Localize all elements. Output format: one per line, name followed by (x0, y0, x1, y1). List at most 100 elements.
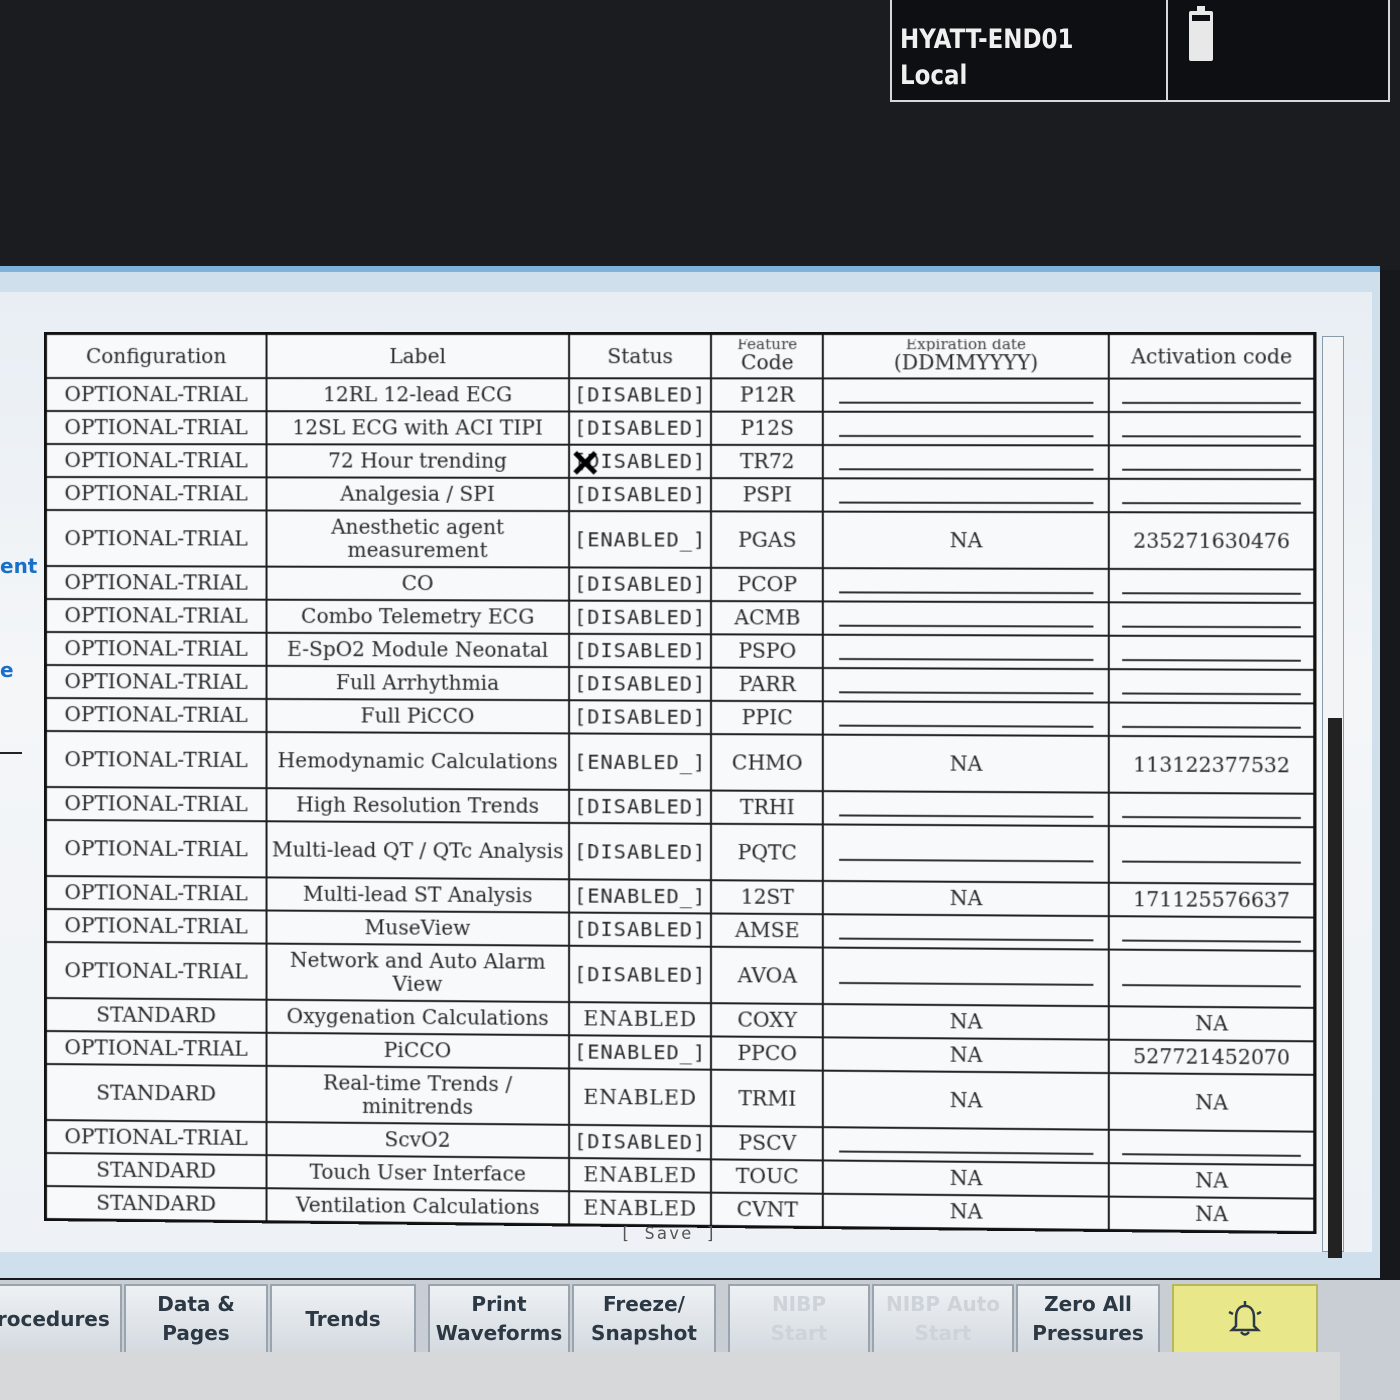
cell-expiration-date[interactable]: NA (823, 734, 1110, 793)
cell-label: 72 Hour trending (266, 444, 570, 478)
cell-expiration-date[interactable] (823, 568, 1110, 603)
expiration-date-input[interactable] (839, 844, 1094, 863)
table-row[interactable]: OPTIONAL-TRIAL CO [DISABLED] PCOP (45, 566, 1315, 603)
cell-activation-code[interactable]: 527721452070 (1109, 1039, 1315, 1075)
cell-expiration-date[interactable] (823, 1127, 1110, 1164)
save-button[interactable]: [ Save ] (620, 1224, 718, 1244)
cell-activation-code[interactable] (1109, 669, 1315, 704)
expiration-date-input[interactable] (839, 420, 1094, 437)
freeze-snapshot-button[interactable]: Freeze/ Snapshot (572, 1284, 716, 1354)
table-row[interactable]: OPTIONAL-TRIAL Network and Auto Alarm Vie… (45, 942, 1315, 1008)
activation-code-input[interactable] (1122, 677, 1302, 695)
table-row[interactable]: OPTIONAL-TRIAL 72 Hour trending [DISABLED]… (45, 444, 1315, 480)
activation-code-input[interactable] (1122, 487, 1302, 504)
scrollbar-thumb[interactable] (1328, 718, 1342, 1258)
print-waveforms-button[interactable]: Print Waveforms (428, 1284, 570, 1354)
cell-activation-code[interactable]: 235271630476 (1109, 512, 1315, 570)
cell-expiration-date[interactable] (823, 378, 1110, 412)
cell-activation-code[interactable] (1109, 445, 1315, 480)
cell-expiration-date[interactable]: NA (823, 1160, 1110, 1197)
cell-expiration-date[interactable]: NA (823, 1004, 1110, 1040)
activation-code-input[interactable] (1122, 924, 1302, 943)
cell-activation-code[interactable] (1109, 1129, 1315, 1166)
table-row[interactable]: OPTIONAL-TRIAL 12RL 12-lead ECG [DISABLED]… (45, 378, 1315, 413)
nibp-auto-start-button[interactable]: NIBP Auto Start (872, 1284, 1014, 1354)
expiration-date-input[interactable] (839, 453, 1094, 471)
cell-expiration-date[interactable] (823, 634, 1110, 670)
procedures-button[interactable]: Procedures (0, 1284, 122, 1354)
expiration-date-input[interactable] (839, 799, 1094, 818)
cell-activation-code[interactable] (1109, 378, 1315, 413)
left-menu-partial-2[interactable]: e (0, 658, 14, 682)
cell-activation-code[interactable]: 171125576637 (1109, 882, 1315, 918)
cell-status: [DISABLED] (569, 567, 712, 602)
cell-activation-code[interactable] (1109, 702, 1315, 737)
expiration-date-input[interactable] (839, 387, 1094, 404)
expiration-date-input[interactable] (839, 486, 1094, 504)
activation-code-input[interactable] (1122, 420, 1302, 438)
left-menu-partial-1[interactable]: ent (0, 554, 37, 578)
expiration-date-input[interactable] (839, 709, 1094, 728)
cell-activation-code[interactable]: NA (1109, 1196, 1315, 1233)
cell-expiration-date[interactable] (823, 947, 1110, 1007)
cell-activation-code[interactable] (1109, 411, 1315, 446)
cell-expiration-date[interactable]: NA (823, 880, 1110, 917)
cell-activation-code[interactable]: NA (1109, 1073, 1315, 1132)
cell-expiration-date[interactable]: NA (823, 1037, 1110, 1074)
cell-expiration-date[interactable] (823, 914, 1110, 950)
activation-code-input[interactable] (1122, 610, 1302, 628)
table-row[interactable]: OPTIONAL-TRIAL Hemodynamic Calculations [E… (45, 731, 1315, 794)
cell-expiration-date[interactable] (823, 668, 1110, 703)
cell-activation-code[interactable]: NA (1109, 1006, 1315, 1042)
table-row[interactable]: OPTIONAL-TRIAL Combo Telemetry ECG [DISABL… (45, 599, 1315, 637)
cell-expiration-date[interactable]: NA (823, 1070, 1110, 1130)
expiration-date-input[interactable] (839, 610, 1094, 628)
alarm-button[interactable] (1172, 1284, 1318, 1354)
cell-activation-code[interactable] (1109, 916, 1315, 952)
cell-expiration-date[interactable] (823, 445, 1110, 479)
table-row[interactable]: OPTIONAL-TRIAL Anesthetic agent measureme… (45, 510, 1315, 570)
table-row[interactable]: OPTIONAL-TRIAL Analgesia / SPI [DISABLED] P… (45, 477, 1315, 513)
cell-activation-code[interactable] (1109, 635, 1315, 670)
cell-expiration-date[interactable]: NA (823, 511, 1110, 569)
activation-code-input[interactable] (1122, 711, 1302, 729)
expiration-date-input[interactable] (839, 922, 1094, 941)
cell-activation-code[interactable] (1109, 826, 1315, 885)
cell-activation-code[interactable] (1109, 949, 1315, 1008)
activation-code-input[interactable] (1122, 969, 1302, 988)
data-pages-button[interactable]: Data & Pages (124, 1284, 268, 1354)
cell-expiration-date[interactable] (823, 601, 1110, 636)
cell-activation-code[interactable] (1109, 602, 1315, 637)
cell-activation-code[interactable] (1109, 478, 1315, 513)
expiration-date-input[interactable] (839, 576, 1094, 594)
cell-status-text: [DISABLED] (574, 604, 707, 630)
cell-expiration-date[interactable] (823, 791, 1110, 827)
cell-activation-code[interactable]: NA (1109, 1163, 1315, 1199)
table-row[interactable]: OPTIONAL-TRIAL Multi-lead QT / QTc Analys… (45, 820, 1315, 885)
zero-all-pressures-button[interactable]: Zero All Pressures (1016, 1284, 1160, 1354)
cell-activation-code[interactable] (1109, 568, 1315, 603)
cell-expiration-date[interactable]: NA (823, 1193, 1110, 1231)
activation-code-input[interactable] (1122, 801, 1302, 819)
cell-expiration-date[interactable] (823, 411, 1110, 446)
activation-code-input[interactable] (1122, 644, 1302, 662)
expiration-date-input[interactable] (839, 967, 1094, 986)
cell-expiration-date[interactable] (823, 478, 1110, 513)
table-row[interactable]: OPTIONAL-TRIAL E-SpO2 Module Neonatal [DIS… (45, 632, 1315, 670)
expiration-date-input[interactable] (839, 1135, 1094, 1155)
nibp-start-button[interactable]: NIBP Start (728, 1284, 870, 1354)
table-row[interactable]: OPTIONAL-TRIAL Full Arrhythmia [DISABLED] P… (45, 665, 1315, 704)
trends-button[interactable]: Trends (270, 1284, 416, 1354)
activation-code-input[interactable] (1122, 454, 1302, 471)
cell-activation-code[interactable]: 113122377532 (1109, 735, 1315, 794)
cell-expiration-date[interactable] (823, 701, 1110, 736)
activation-code-input[interactable] (1122, 846, 1302, 864)
expiration-date-input[interactable] (839, 643, 1094, 661)
activation-code-input[interactable] (1122, 577, 1302, 595)
table-row[interactable]: OPTIONAL-TRIAL 12SL ECG with ACI TIPI [DIS… (45, 411, 1315, 446)
activation-code-input[interactable] (1122, 1138, 1302, 1157)
expiration-date-input[interactable] (839, 676, 1094, 694)
cell-expiration-date[interactable] (823, 824, 1110, 883)
cell-activation-code[interactable] (1109, 792, 1315, 828)
activation-code-input[interactable] (1122, 387, 1302, 404)
